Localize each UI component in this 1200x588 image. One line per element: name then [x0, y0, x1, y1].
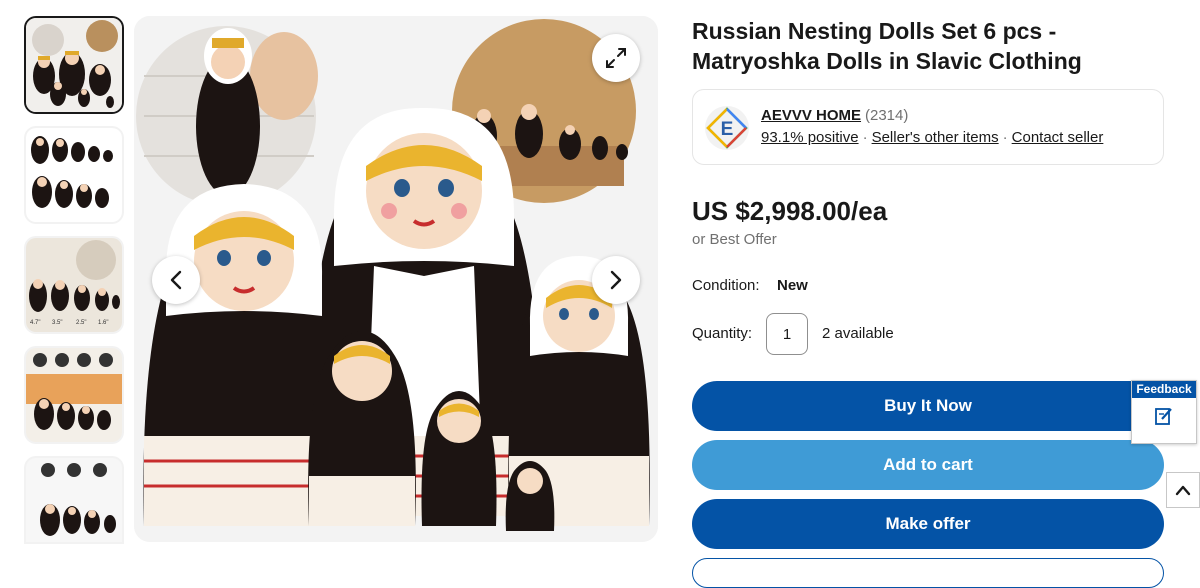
- feedback-edit-icon: [1132, 406, 1196, 426]
- svg-text:4.7": 4.7": [30, 320, 40, 326]
- add-to-cart-button[interactable]: Add to cart: [692, 440, 1164, 490]
- seller-links: 93.1% positive · Seller's other items · Cont…: [761, 129, 1103, 146]
- quantity-input[interactable]: [766, 313, 808, 355]
- buy-it-now-button[interactable]: Buy It Now: [692, 381, 1164, 431]
- seller-other-items-link[interactable]: Seller's other items: [872, 129, 999, 146]
- available-quantity: 2 available: [822, 325, 894, 342]
- svg-text:2.5": 2.5": [76, 320, 86, 326]
- seller-positive-link[interactable]: 93.1% positive: [761, 129, 859, 146]
- thumbnail-list: 4.7" 3.5" 2.5" 1.6": [24, 16, 128, 544]
- thumbnail-5[interactable]: [24, 456, 124, 544]
- seller-card: E AEVVV HOME (2314) 93.1% positive · Selle…: [692, 89, 1164, 165]
- thumbnail-2-image: [26, 128, 122, 222]
- seller-name-link[interactable]: AEVVV HOME: [761, 107, 861, 124]
- thumbnail-2[interactable]: [24, 126, 124, 224]
- chevron-left-icon: [170, 270, 182, 290]
- condition-label: Condition:: [692, 277, 760, 294]
- watchlist-button[interactable]: [692, 558, 1164, 588]
- thumbnail-1[interactable]: [24, 16, 124, 114]
- thumbnail-5-image: [26, 458, 122, 542]
- thumbnail-1-image: [26, 18, 122, 112]
- condition-value: New: [777, 277, 808, 294]
- feedback-label: Feedback: [1132, 381, 1196, 398]
- svg-text:3.5": 3.5": [52, 320, 62, 326]
- thumbnail-3[interactable]: 4.7" 3.5" 2.5" 1.6": [24, 236, 124, 334]
- quantity-label: Quantity:: [692, 325, 753, 342]
- chevron-right-icon: [610, 270, 622, 290]
- thumbnail-4-image: [26, 348, 122, 442]
- thumbnail-3-image: 4.7" 3.5" 2.5" 1.6": [26, 238, 122, 332]
- svg-text:1.6": 1.6": [98, 320, 108, 326]
- separator-dot: ·: [862, 129, 868, 146]
- separator-dot: ·: [1002, 129, 1008, 146]
- main-product-image[interactable]: [134, 16, 658, 542]
- best-offer-text: or Best Offer: [692, 231, 777, 248]
- svg-text:E: E: [721, 119, 734, 140]
- expand-icon: [606, 48, 626, 68]
- matryoshka-dolls-image: [134, 16, 658, 542]
- contact-seller-link[interactable]: Contact seller: [1012, 129, 1104, 146]
- next-image-button[interactable]: [592, 256, 640, 304]
- expand-image-button[interactable]: [592, 34, 640, 82]
- seller-logo[interactable]: E: [704, 105, 750, 151]
- scroll-to-top-button[interactable]: [1166, 472, 1200, 508]
- seller-feedback-count: (2314): [865, 107, 909, 124]
- previous-image-button[interactable]: [152, 256, 200, 304]
- product-price: US $2,998.00/ea: [692, 196, 888, 226]
- product-title: Russian Nesting Dolls Set 6 pcs - Matryo…: [692, 18, 1082, 74]
- feedback-widget[interactable]: Feedback: [1131, 380, 1197, 444]
- thumbnail-4[interactable]: [24, 346, 124, 444]
- chevron-up-icon: [1175, 485, 1191, 496]
- make-offer-button[interactable]: Make offer: [692, 499, 1164, 549]
